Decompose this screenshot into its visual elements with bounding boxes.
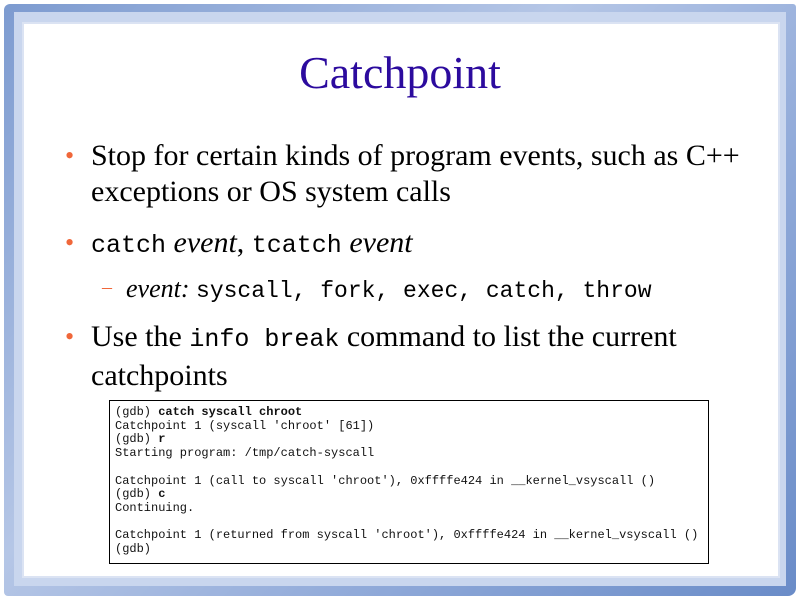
bullet-dot-icon: •: [65, 228, 75, 257]
code-line: (gdb) catch syscall chroot: [115, 405, 703, 420]
code-line: Catchpoint 1 (syscall 'chroot' [61]): [115, 418, 375, 433]
gdb-command: catch syscall chroot: [158, 405, 303, 419]
bullet-dot-icon: •: [65, 141, 75, 170]
code-line: Continuing.: [115, 500, 195, 515]
code-line: Catchpoint 1 (returned from syscall 'chr…: [115, 528, 699, 543]
gdb-code-block: (gdb) catch syscall chroot Catchpoint 1 (…: [109, 400, 709, 564]
gdb-prompt: (gdb): [115, 405, 159, 419]
bullet-1: • Stop for certain kinds of program even…: [65, 138, 771, 210]
dash-icon: –: [102, 276, 112, 298]
em-event: event: [173, 226, 237, 259]
slide-title: Catchpoint: [299, 47, 501, 98]
code-line: (gdb) r: [115, 433, 703, 447]
bullet-text: Use the: [91, 320, 182, 353]
bullet-2: • catch event, tcatch event: [65, 225, 771, 264]
bullet-text: Stop for certain kinds of program events…: [91, 139, 740, 208]
bullet-3: • Use the info break command to list the…: [65, 319, 771, 394]
em-event: event: [349, 226, 413, 259]
gdb-command: r: [158, 432, 166, 447]
gdb-prompt: (gdb): [115, 487, 159, 502]
em-event-label: event:: [126, 274, 190, 303]
code-tcatch: tcatch: [251, 231, 342, 260]
event-list: syscall, fork, exec, catch, throw: [196, 278, 652, 304]
code-line: (gdb): [115, 542, 152, 557]
code-info-break: info break: [189, 325, 340, 354]
code-line: (gdb) c: [115, 487, 703, 502]
code-line: Starting program: /tmp/catch-syscall: [115, 446, 375, 461]
sub-bullet: – event: syscall, fork, exec, catch, thr…: [102, 274, 652, 304]
separator: ,: [236, 226, 245, 259]
gdb-command: c: [158, 487, 166, 502]
bullet-dot-icon: •: [65, 322, 75, 351]
code-catch: catch: [91, 231, 167, 260]
code-line: Catchpoint 1 (call to syscall 'chroot'),…: [115, 473, 656, 488]
gdb-prompt: (gdb): [115, 432, 159, 447]
